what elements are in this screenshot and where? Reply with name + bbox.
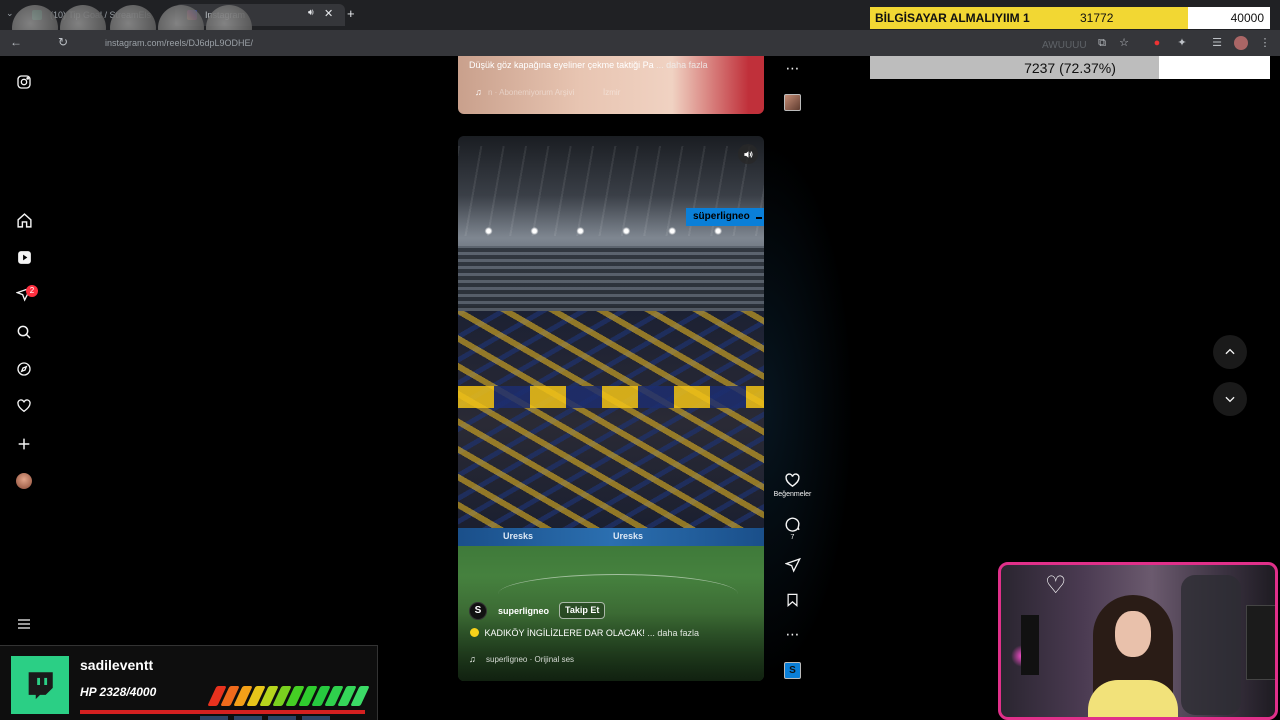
- music-note-icon: ♫: [469, 654, 476, 664]
- stadium-crowd: [458, 311, 764, 536]
- author-initial: S: [474, 605, 482, 616]
- tab-close-icon[interactable]: ✕: [324, 7, 333, 20]
- back-button[interactable]: ←: [10, 35, 22, 49]
- reel-location[interactable]: İzmir: [603, 88, 620, 97]
- reel-caption-text: Düşük göz kapağına eyeliner çekme taktiğ…: [469, 60, 654, 70]
- cam-chair: [1181, 575, 1241, 715]
- yellow-circle-icon: [470, 628, 479, 637]
- hp-text: HP 2328/4000: [80, 685, 157, 699]
- reel-caption: KADIKÖY İNGİLİZLERE DAR OLACAK! ... daha…: [470, 628, 699, 638]
- sub-goal-bar: 7237 (72.37%): [870, 56, 1270, 79]
- hp-baseline: [80, 710, 365, 714]
- browser-menu-icon[interactable]: ⋮: [1258, 36, 1272, 50]
- sub-goal-text: 7237 (72.37%): [1024, 60, 1116, 76]
- more-options-icon[interactable]: ⋯: [780, 60, 805, 77]
- comment-action[interactable]: 7: [780, 515, 805, 541]
- address-bar[interactable]: instagram.com/reels/DJ6dpL9ODHE/: [80, 33, 860, 53]
- instagram-icon[interactable]: [14, 72, 34, 92]
- new-tab-button[interactable]: +: [347, 6, 355, 21]
- stadium-upper-tier: [458, 246, 764, 311]
- overlay-sub-text: AWUUUU: [1042, 40, 1087, 51]
- save-action[interactable]: [780, 592, 805, 608]
- author-name[interactable]: superligneo: [498, 606, 549, 616]
- speaker-icon: [743, 150, 753, 158]
- tip-goal-bar: BİLGİSAYAR ALMALIYIIM 1 31772 40000: [870, 7, 1270, 29]
- reel-video[interactable]: Uresks Uresks süperligneo S superligneo …: [458, 136, 764, 681]
- reel-caption-text: KADIKÖY İNGİLİZLERE DAR OLACAK!: [484, 628, 645, 638]
- extension-icon[interactable]: ●: [1150, 36, 1164, 50]
- streamer-face: [1115, 611, 1151, 657]
- install-app-icon[interactable]: ⧉: [1095, 36, 1109, 50]
- cam-microphone: [1021, 615, 1039, 675]
- reload-button[interactable]: ↻: [58, 35, 68, 49]
- reels-icon[interactable]: [14, 247, 34, 267]
- sound-toggle-button[interactable]: [738, 144, 758, 164]
- heart-icon[interactable]: [14, 396, 34, 416]
- address-text: instagram.com/reels/DJ6dpL9ODHE/: [105, 38, 254, 48]
- comment-count: 7: [790, 534, 795, 541]
- stream-hp-panel: sadileventt HP 2328/4000: [0, 645, 378, 720]
- tip-goal-max: 40000: [1230, 11, 1264, 25]
- comment-icon: [785, 517, 800, 532]
- streamer: [1088, 595, 1178, 717]
- audio-thumbnail[interactable]: S: [784, 662, 801, 679]
- home-icon[interactable]: [14, 210, 34, 230]
- reel-music[interactable]: superligneo · Orijinal ses: [486, 655, 574, 664]
- menu-icon[interactable]: [14, 614, 34, 634]
- reel-previous[interactable]: Düşük göz kapağına eyeliner çekme taktiğ…: [458, 56, 764, 114]
- media-controls-icon[interactable]: ☰: [1210, 36, 1224, 50]
- chevron-down-icon: [1225, 396, 1235, 403]
- stream-username: sadileventt: [80, 657, 154, 673]
- twitch-logo-icon: [11, 656, 69, 714]
- bookmark-star-icon[interactable]: ☆: [1117, 36, 1131, 50]
- share-icon: [784, 557, 801, 573]
- more-options-icon[interactable]: ⋯: [780, 626, 805, 643]
- tip-goal-current: 31772: [1080, 11, 1114, 25]
- ad-board-text: Uresks: [613, 531, 644, 541]
- brand-tag-text: süperligneo: [693, 211, 750, 222]
- heart-icon: [785, 473, 800, 488]
- ad-board-text: Uresks: [503, 531, 534, 541]
- music-note-icon: ♫: [475, 87, 482, 97]
- screen: ⌄ (10) Tip Goal / StreamEls Instagram 🔊︎…: [0, 0, 1280, 720]
- webcam-overlay: ♡: [998, 562, 1278, 720]
- tip-goal-label: BİLGİSAYAR ALMALIYIIM 1: [875, 11, 1030, 25]
- cam-heart-icon: ♡: [1045, 572, 1067, 599]
- like-label: Beğenmeler: [773, 491, 812, 498]
- audio-thumb-initial: S: [789, 665, 796, 676]
- more-link[interactable]: ... daha fazla: [647, 628, 699, 638]
- tab-search-icon[interactable]: ⌄: [6, 8, 14, 19]
- fan-banner: [458, 386, 764, 408]
- profile-icon[interactable]: [1234, 36, 1248, 50]
- next-reel-button[interactable]: [1213, 382, 1247, 416]
- brand-tag: süperligneo: [686, 208, 764, 226]
- ambient-glow: [764, 140, 854, 680]
- audio-thumbnail[interactable]: [784, 94, 801, 111]
- explore-icon[interactable]: [14, 359, 34, 379]
- author-avatar[interactable]: S: [469, 602, 487, 620]
- like-action[interactable]: Beğenmeler: [774, 472, 811, 498]
- notification-badge: 2: [26, 285, 38, 297]
- create-icon[interactable]: [14, 434, 34, 454]
- share-action[interactable]: [780, 557, 805, 573]
- tab-audio-icon[interactable]: 🔊︎: [308, 7, 314, 18]
- reel-caption: Düşük göz kapağına eyeliner çekme taktiğ…: [469, 60, 708, 70]
- follow-button[interactable]: Takip Et: [559, 602, 606, 619]
- previous-reel-button[interactable]: [1213, 335, 1247, 369]
- profile-avatar[interactable]: [16, 473, 32, 489]
- extensions-puzzle-icon[interactable]: ✦: [1175, 36, 1189, 50]
- search-icon[interactable]: [14, 322, 34, 342]
- cam-chalkboard: [1246, 605, 1275, 680]
- streamer-body: [1088, 680, 1178, 717]
- bookmark-icon: [787, 593, 798, 607]
- chevron-up-icon: [1225, 348, 1235, 355]
- browser-toolbar: ← ↻ instagram.com/reels/DJ6dpL9ODHE/ ⧉ ☆…: [0, 30, 1280, 56]
- taskbar-edge: [200, 716, 330, 720]
- more-link[interactable]: ... daha fazla: [656, 60, 708, 70]
- reel-music[interactable]: n · Abonemiyorum Arşivi: [488, 88, 574, 97]
